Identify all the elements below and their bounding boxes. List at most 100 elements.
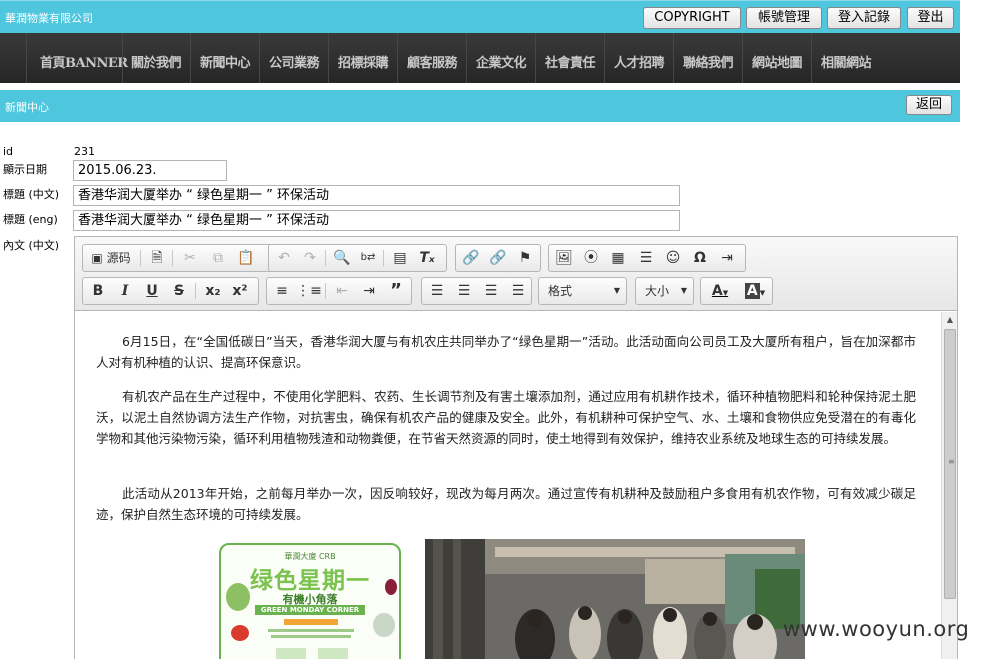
format-select-label: 格式 [548,284,573,298]
logout-button[interactable]: 登出 [907,7,954,29]
page-root: 華潤物業有限公司 COPYRIGHT 帳號管理 登入記錄 登出 首頁BANNER… [0,0,988,659]
page-break-icon[interactable]: ⇥ [714,245,740,271]
nav-divider [259,33,260,83]
scrollbar-thumb[interactable]: ≡ [944,329,956,599]
select-all-icon[interactable]: ▤ [387,245,413,271]
toolbar-separator [195,283,196,299]
nav-item-related[interactable]: 相關網站 [821,52,872,71]
smiley-icon[interactable]: ☺ [660,245,686,271]
outdent-icon[interactable]: ⇤ [329,278,355,304]
numbered-list-icon[interactable]: ≡ [269,278,295,304]
toolbar-group-paragraph: ≡ ⋮≡ ⇤ ⇥ ” [266,277,412,305]
nav-item-culture[interactable]: 企業文化 [476,52,527,71]
source-button[interactable]: ▣ 源码 [85,245,137,271]
editor-scrollbar[interactable]: ▲ ≡ [941,312,957,659]
align-left-icon[interactable]: ☰ [424,278,450,304]
image-icon[interactable]: 🖼 [551,245,577,271]
nav-item-about[interactable]: 關於我們 [131,52,182,71]
section-title: 新聞中心 [5,101,49,114]
redo-icon[interactable]: ↷ [297,245,323,271]
background-color-icon[interactable]: A ▼ [738,278,772,304]
date-input[interactable]: 2015.06.23. [73,160,227,181]
omega-icon[interactable]: Ω [687,245,713,271]
toolbar-group-insert: 🖼 ⦿ ▦ ☰ ☺ Ω ⇥ [548,244,746,272]
remove-format-icon[interactable]: Tₓ [414,245,440,271]
indent-icon[interactable]: ⇥ [356,278,382,304]
section-header: 新聞中心 返回 [0,90,960,122]
nav-item-service[interactable]: 顧客服務 [407,52,458,71]
toolbar-separator [172,250,173,266]
cut-icon[interactable]: ✂ [177,245,203,271]
title-en-input[interactable]: 香港华润大厦举办 “ 绿色星期一 ” 环保活动 [73,210,680,231]
id-value: 231 [74,145,95,158]
account-management-button[interactable]: 帳號管理 [746,7,822,29]
event-photo [425,539,805,659]
align-right-icon[interactable]: ☰ [478,278,504,304]
nav-divider [190,33,191,83]
size-select-label: 大小 [645,284,670,298]
toolbar-group-basicstyles: B I U S x₂ x² [82,277,259,305]
superscript-button[interactable]: x² [227,278,253,304]
find-icon[interactable]: 🔍 [329,245,355,271]
table-icon[interactable]: ▦ [605,245,631,271]
title-zh-label: 標題 (中文) [3,188,60,201]
chevron-down-icon: ▼ [680,286,687,295]
paste-icon[interactable]: 📋 [233,245,259,271]
toolbar-group-colors: A▼ A ▼ [700,277,773,305]
align-center-icon[interactable]: ☰ [451,278,477,304]
link-icon[interactable]: 🔗 [458,245,484,271]
horizontal-rule-icon[interactable]: ☰ [633,245,659,271]
anchor-icon[interactable]: ⚑ [512,245,538,271]
copyright-button[interactable]: COPYRIGHT [643,7,741,29]
nav-item-banner[interactable]: 首頁BANNER [40,52,128,71]
source-label: 源码 [106,251,131,265]
toolbar-separator [140,250,141,266]
editor-content[interactable]: 6月15日，在“全国低碳日”当天，香港华润大厦与有机农庄共同举办了“绿色星期一”… [75,312,941,659]
company-name: 華潤物業有限公司 [5,12,93,25]
copy-icon[interactable]: ⧉ [205,245,231,271]
nav-divider [26,33,27,83]
nav-divider [673,33,674,83]
format-select[interactable]: 格式 ▼ [538,277,627,305]
unlink-icon[interactable]: 🔗 [485,245,511,271]
templates-icon[interactable]: 🗎 [144,245,170,271]
toolbar-separator [325,283,326,299]
title-zh-input[interactable]: 香港华润大厦举办 “ 绿色星期一 ” 环保活动 [73,185,680,206]
login-log-button[interactable]: 登入記錄 [827,7,901,29]
underline-button[interactable]: U [139,278,165,304]
nav-divider [466,33,467,83]
grip-icon: ≡ [948,457,955,466]
rich-text-editor: ▣ 源码 🗎 ✂ ⧉ 📋 ↶ ↷ 🔍 b⇄ ▤ Tₓ 🔗 🔗 ⚑ 🖼 ⦿ ▦ ☰… [74,236,958,659]
flash-icon[interactable]: ⦿ [578,245,604,271]
back-button[interactable]: 返回 [906,95,952,115]
source-icon: ▣ [91,251,103,265]
nav-divider [604,33,605,83]
nav-item-careers[interactable]: 人才招聘 [614,52,665,71]
align-justify-icon[interactable]: ☰ [505,278,531,304]
undo-icon[interactable]: ↶ [271,245,297,271]
nav-divider [122,33,123,83]
bold-button[interactable]: B [85,278,111,304]
subscript-button[interactable]: x₂ [200,278,226,304]
bulleted-list-icon[interactable]: ⋮≡ [296,278,322,304]
nav-item-contact[interactable]: 聯絡我們 [683,52,734,71]
scroll-up-arrow-icon[interactable]: ▲ [942,312,958,328]
main-nav: 首頁BANNER 關於我們 新聞中心 公司業務 招標採購 顧客服務 企業文化 社… [0,33,960,83]
replace-icon[interactable]: b⇄ [355,245,381,271]
blockquote-icon[interactable]: ” [383,278,409,304]
title-en-label: 標題 (eng) [3,213,58,226]
green-monday-poster: 華潤大廈 CRB 绿色星期一 有機小角落 GREEN MONDAY CORNER [219,543,401,659]
text-color-icon[interactable]: A▼ [703,278,737,304]
content-paragraph: 6月15日，在“全国低碳日”当天，香港华润大厦与有机农庄共同举办了“绿色星期一”… [96,334,916,370]
nav-item-business[interactable]: 公司業務 [269,52,320,71]
strikethrough-button[interactable]: S [166,278,192,304]
toolbar-separator [325,250,326,266]
nav-divider [811,33,812,83]
italic-button[interactable]: I [112,278,138,304]
content-paragraph: 此活动从2013年开始，之前每月举办一次，因反响较好，现改为每月两次。通过宣传有… [96,486,916,522]
nav-item-sitemap[interactable]: 網站地圖 [752,52,803,71]
size-select[interactable]: 大小 ▼ [635,277,694,305]
nav-item-csr[interactable]: 社會責任 [545,52,596,71]
nav-item-news[interactable]: 新聞中心 [200,52,251,71]
nav-item-tender[interactable]: 招標採購 [338,52,389,71]
